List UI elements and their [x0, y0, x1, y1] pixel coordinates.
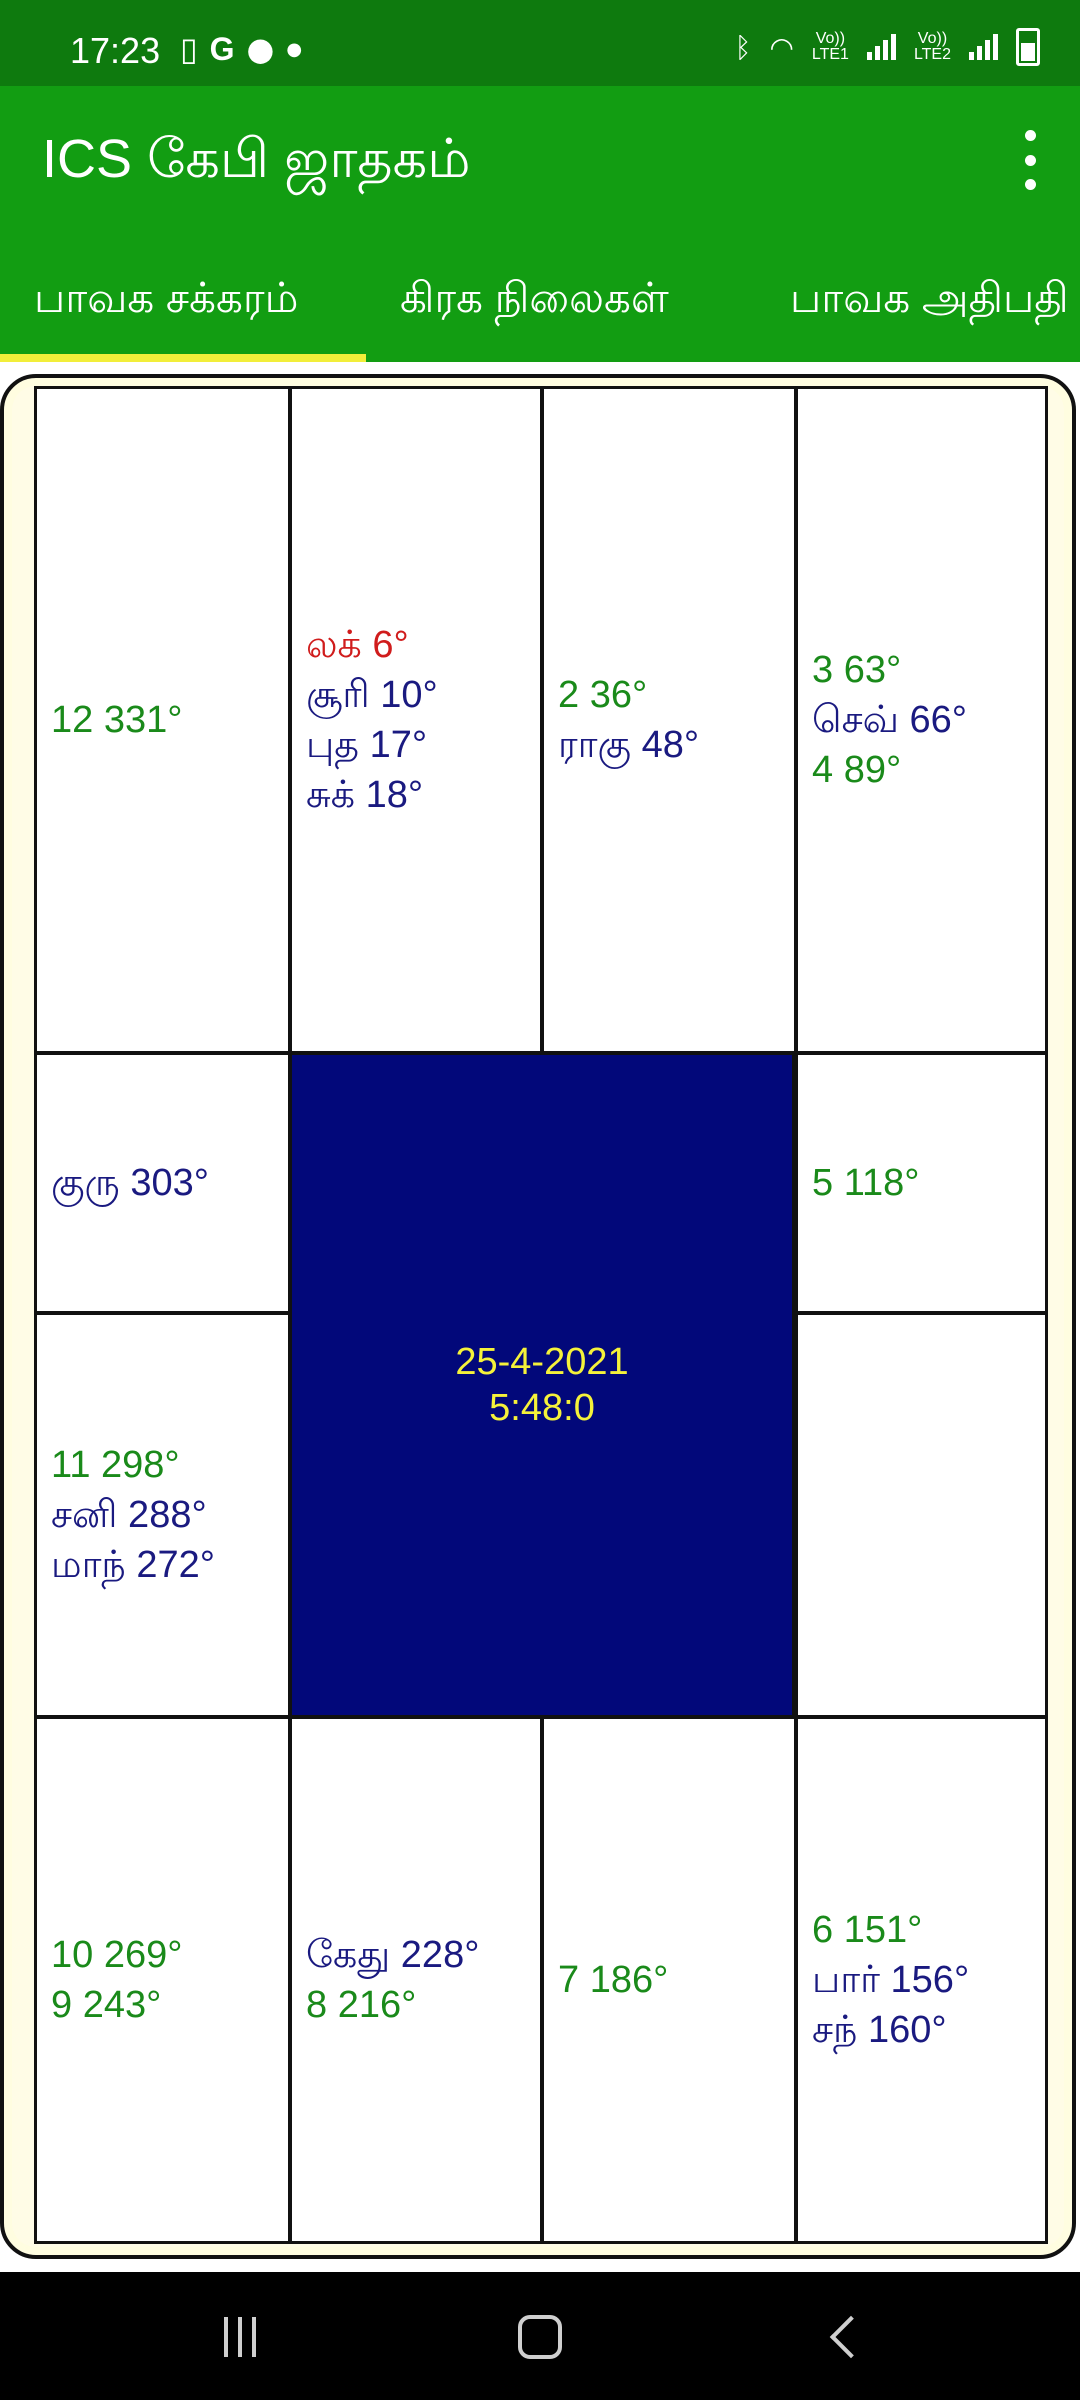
house-cell-r1c1: 12 331°: [34, 386, 291, 1054]
back-icon[interactable]: [806, 2302, 886, 2372]
planet-degree: ராகு 48°: [558, 724, 700, 766]
cusp-degree: 7 186°: [558, 1959, 669, 2001]
house-cell-r1c4: 3 63° செவ் 66° 4 89°: [795, 386, 1048, 1054]
app-title: ICS கேபி ஜாதகம்: [42, 129, 471, 189]
house-cell-r3c1: 11 298° சனி 288° மாந் 272°: [34, 1312, 291, 1718]
tab-indicator: [0, 354, 366, 362]
house-cell-r4c4: 6 151° பார் 156° சந் 160°: [795, 1716, 1048, 2244]
house-cell-r3c4: [795, 1312, 1048, 1718]
signal-sim2-icon: [969, 34, 998, 60]
status-right-icons: ᛒ ◠ Vo)) LTE1 Vo)) LTE2: [735, 28, 1040, 66]
house-cell-r2c1: குரு 303°: [34, 1052, 291, 1314]
chart-content: 12 331° லக் 6° சூரி 10° புத 17° சுக் 18° 2 …: [0, 362, 1080, 2272]
planet-degree: குரு 303°: [51, 1162, 209, 1204]
sim2-label: Vo)) LTE2: [913, 30, 951, 63]
planet-degree: பார் 156°: [812, 1959, 970, 2001]
planet-degree: மாந் 272°: [51, 1544, 215, 1586]
battery-icon: [1016, 28, 1040, 66]
system-nav-bar: [0, 2272, 1080, 2400]
house-cell-r4c2: கேது 228° 8 216°: [289, 1716, 543, 2244]
planet-degree: சுக் 18°: [306, 774, 424, 816]
lagna-degree: லக் 6°: [306, 624, 409, 666]
planet-degree: செவ் 66°: [812, 699, 968, 741]
planet-degree: புத 17°: [306, 724, 428, 766]
birth-time: 5:48:0: [489, 1387, 595, 1429]
planet-degree: சூரி 10°: [306, 674, 438, 716]
phone-icon: ▯: [180, 30, 198, 68]
status-bar: 17:23 ▯ G ● ● ᛒ ◠ Vo)) LTE1 Vo)) LTE2: [0, 0, 1080, 86]
bluetooth-icon: ᛒ: [734, 30, 752, 64]
cusp-degree: 11 298°: [51, 1444, 180, 1486]
more-vert-icon[interactable]: [1008, 130, 1052, 190]
sim1-label: Vo)) LTE1: [811, 30, 849, 63]
home-icon[interactable]: [500, 2302, 580, 2372]
tab-bhava-lords[interactable]: பாவக அதிபதி: [790, 274, 1069, 328]
house-cell-r4c3: 7 186°: [541, 1716, 797, 2244]
signal-sim1-icon: [866, 34, 896, 60]
house-cell-r2c4: 5 118°: [795, 1052, 1048, 1314]
dot-icon: ●: [286, 38, 303, 60]
cusp-degree: 9 243°: [51, 1984, 162, 2026]
birth-date: 25-4-2021: [455, 1341, 629, 1383]
tab-bar: பாவக சக்கரம் கிரக நிலைகள் பாவக அதிபதி: [0, 232, 1080, 362]
app-bar: ICS கேபி ஜாதகம்: [0, 86, 1080, 232]
cusp-degree: 5 118°: [812, 1162, 920, 1204]
status-left-icons: ▯ G ● ●: [180, 30, 302, 68]
planet-degree: சனி 288°: [51, 1494, 207, 1536]
status-time: 17:23: [70, 30, 161, 71]
cusp-degree: 10 269°: [51, 1934, 183, 1976]
chart-center: 25-4-2021 5:48:0: [289, 1052, 795, 1718]
wifi-icon: ◠: [769, 30, 794, 64]
recent-apps-icon[interactable]: [200, 2302, 280, 2372]
planet-degree: சந் 160°: [812, 2009, 947, 2051]
house-cell-r4c1: 10 269° 9 243°: [34, 1716, 291, 2244]
tab-planet-positions[interactable]: கிரக நிலைகள்: [400, 274, 669, 328]
tab-bhava-chart[interactable]: பாவக சக்கரம்: [34, 274, 298, 328]
chat-icon: ●: [246, 30, 275, 68]
cusp-degree: 4 89°: [812, 749, 902, 791]
house-cell-r1c2: லக் 6° சூரி 10° புத 17° சுக் 18°: [289, 386, 543, 1054]
cusp-degree: 6 151°: [812, 1909, 923, 1951]
cusp-degree: 12 331°: [51, 699, 183, 741]
cusp-degree: 3 63°: [812, 649, 902, 691]
planet-degree: கேது 228°: [306, 1934, 480, 1976]
google-icon: G: [209, 30, 235, 67]
cusp-degree: 8 216°: [306, 1984, 417, 2026]
house-cell-r1c3: 2 36° ராகு 48°: [541, 386, 797, 1054]
cusp-degree: 2 36°: [558, 674, 648, 716]
